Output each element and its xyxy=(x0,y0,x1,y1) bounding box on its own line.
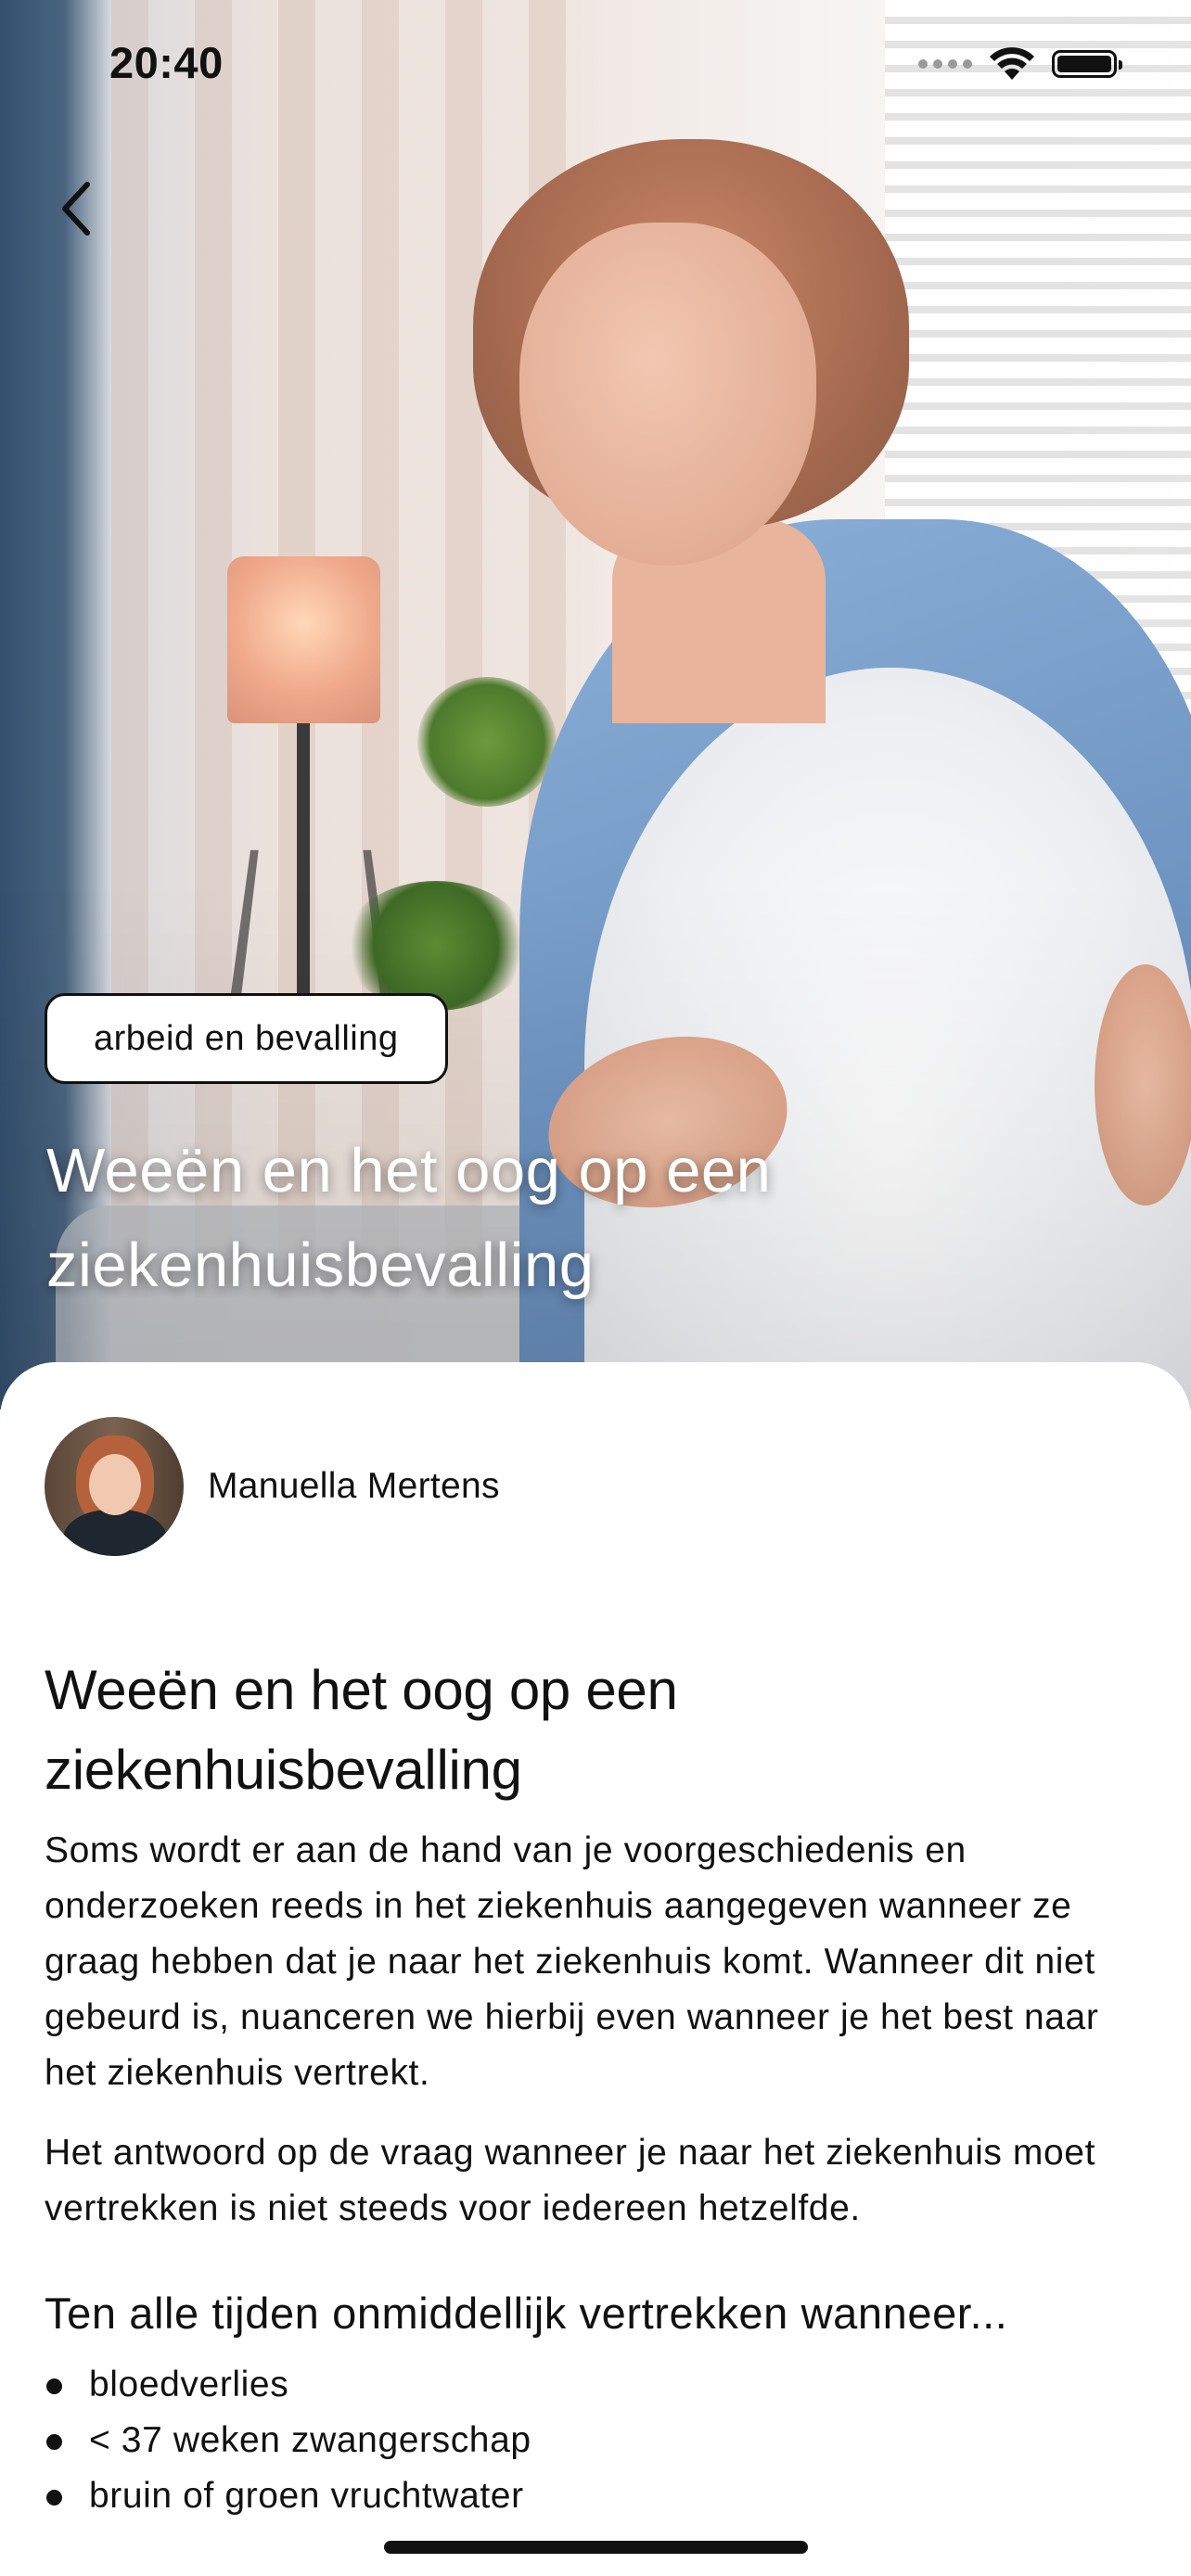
article-paragraph: Het antwoord op de vraag wanneer je naar… xyxy=(45,2133,1096,2228)
bullet-list: bloedverlies < 37 weken zwangerschap bru… xyxy=(45,2357,1148,2524)
status-time: 20:40 xyxy=(109,38,224,87)
article-paragraph: Soms wordt er aan de hand van je voorges… xyxy=(45,1830,1099,2093)
list-item: < 37 weken zwangerschap xyxy=(45,2413,1148,2468)
list-item: bruin of groen vruchtwater xyxy=(45,2468,1148,2524)
battery-icon xyxy=(1052,50,1122,78)
status-icons xyxy=(918,46,1122,82)
article-body: Weeën en het oog op een ziekenhuisbevall… xyxy=(45,1651,1148,2524)
author-name: Manuella Mertens xyxy=(208,1466,500,1506)
category-tag[interactable]: arbeid en bevalling xyxy=(45,993,448,1084)
author[interactable]: Manuella Mertens xyxy=(45,1417,500,1556)
article-screen: 20:40 arbeid en bevalling Weeën en het o… xyxy=(0,0,1191,2576)
article-title: Weeën en het oog op een ziekenhuisbevall… xyxy=(45,1659,678,1801)
wifi-icon xyxy=(990,47,1034,80)
chevron-left-icon xyxy=(62,182,90,236)
avatar xyxy=(45,1417,184,1556)
hero-title: Weeën en het oog op een ziekenhuisbevall… xyxy=(46,1136,772,1300)
back-button[interactable] xyxy=(48,172,104,246)
list-item: bloedverlies xyxy=(45,2357,1148,2413)
article-subheading: Ten alle tijden onmiddellijk vertrekken … xyxy=(45,2289,1008,2338)
cellular-signal-icon xyxy=(918,59,972,69)
home-indicator[interactable] xyxy=(384,2541,808,2554)
